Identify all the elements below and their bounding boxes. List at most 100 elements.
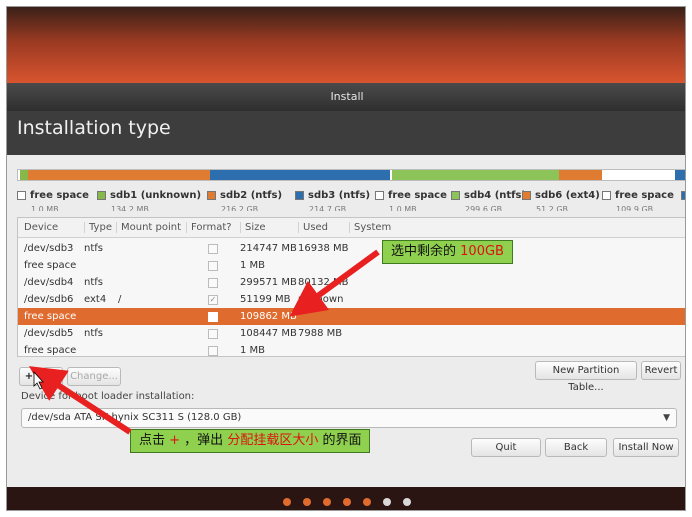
legend-item: free space 1.0 MB — [17, 185, 89, 211]
partition-bar-segment — [20, 170, 29, 180]
legend-size: 1.0 MB — [31, 205, 59, 211]
bootloader-label: Device for boot loader installation: — [21, 391, 195, 402]
page-title: Installation type — [17, 117, 171, 139]
format-checkbox[interactable] — [208, 278, 218, 288]
cell-type: ntfs — [84, 277, 103, 288]
table-row[interactable]: /dev/sdb5 ntfs 108447 MB 7988 MB — [18, 325, 685, 342]
legend-item: sdb3 (ntfs) 214.7 GB — [295, 185, 370, 211]
change-partition-button[interactable]: Change... — [67, 367, 121, 386]
annotation-click-middle: ，弹出 — [180, 433, 228, 448]
legend-label: sdb2 (ntfs) — [220, 190, 283, 201]
legend-swatch — [97, 191, 106, 200]
cell-device: /dev/sdb5 — [24, 328, 74, 339]
legend-item — [681, 185, 685, 205]
partition-bar-segment — [674, 170, 685, 180]
legend-size: 134.2 MB — [111, 205, 149, 211]
legend-size: 109.9 GB — [616, 205, 654, 211]
progress-dot — [383, 497, 391, 506]
progress-dot — [343, 497, 351, 506]
legend-swatch — [17, 191, 26, 200]
table-row[interactable]: /dev/sdb3 ntfs 214747 MB 16938 MB — [18, 240, 685, 257]
format-checkbox[interactable] — [208, 244, 218, 254]
legend-swatch — [451, 191, 460, 200]
legend-size: 51.2 GB — [536, 205, 569, 211]
cell-used: 7988 MB — [298, 328, 343, 339]
progress-dot — [323, 497, 331, 506]
partition-bar-segment — [559, 170, 603, 180]
progress-dot — [303, 497, 311, 506]
install-now-button[interactable]: Install Now — [613, 438, 679, 457]
annotation-click-highlight: 分配挂载区大小 — [227, 433, 319, 448]
remove-partition-button[interactable]: - — [43, 367, 63, 386]
progress-dot — [283, 497, 291, 506]
bootloader-select[interactable]: /dev/sda ATA SK hynix SC311 S (128.0 GB)… — [21, 408, 677, 428]
legend-label: free space — [615, 190, 674, 201]
format-checkbox[interactable] — [208, 329, 218, 339]
add-partition-button[interactable]: + — [19, 367, 39, 386]
legend-item: free space 1.0 MB — [375, 185, 447, 211]
partition-legend: free space 1.0 MB sdb1 (unknown) 134.2 MB sd… — [17, 185, 685, 211]
legend-swatch — [375, 191, 384, 200]
table-row[interactable]: /dev/sdb4 ntfs 299571 MB 80132 MB — [18, 274, 685, 291]
legend-item: sdb2 (ntfs) 216.2 GB — [207, 185, 282, 211]
legend-item: free space 109.9 GB — [602, 185, 674, 211]
cell-device: /dev/sdb3 — [24, 243, 74, 254]
format-checkbox[interactable]: ✓ — [208, 295, 218, 305]
format-checkbox[interactable] — [208, 312, 218, 322]
header-mount: Mount point — [116, 222, 181, 233]
progress-dots — [7, 491, 685, 510]
cell-size: 51199 MB — [240, 294, 291, 305]
annotation-select-text: 选中剩余的 — [391, 244, 457, 259]
legend-item: sdb6 (ext4) 51.2 GB — [522, 185, 600, 211]
cell-size: 1 MB — [240, 345, 266, 356]
table-row[interactable]: free space 109862 MB — [18, 308, 685, 325]
window-titlebar: Install — [7, 83, 685, 111]
annotation-select-free-space: 选中剩余的 100GB — [382, 240, 513, 264]
partition-bar-segment — [28, 170, 211, 180]
cell-size: 1 MB — [240, 260, 266, 271]
legend-item: sdb4 (ntfs) 299.6 GB — [451, 185, 526, 211]
back-button[interactable]: Back — [545, 438, 607, 457]
cell-type: ntfs — [84, 243, 103, 254]
legend-label: sdb3 (ntfs) — [308, 190, 371, 201]
cell-used: 80132 MB — [298, 277, 349, 288]
partition-table[interactable]: Device Type Mount point Format? Size Use… — [17, 217, 685, 359]
header-used: Used — [298, 222, 328, 233]
legend-swatch — [522, 191, 531, 200]
header-system: System — [349, 222, 391, 233]
legend-swatch — [681, 191, 685, 200]
desktop-background — [7, 7, 685, 83]
format-checkbox[interactable] — [208, 261, 218, 271]
partition-bar-segment — [210, 170, 390, 180]
legend-item: sdb1 (unknown) 134.2 MB — [97, 185, 201, 211]
header-type: Type — [84, 222, 112, 233]
format-checkbox[interactable] — [208, 346, 218, 356]
cell-device: free space — [24, 345, 77, 356]
bootloader-value: /dev/sda ATA SK hynix SC311 S (128.0 GB) — [28, 412, 242, 423]
cell-size: 299571 MB — [240, 277, 297, 288]
chevron-down-icon: ▼ — [663, 413, 670, 423]
table-row[interactable]: /dev/sdb6 ext4 / 51199 MB unknown ✓ — [18, 291, 685, 308]
table-header: Device Type Mount point Format? Size Use… — [18, 218, 685, 238]
quit-button[interactable]: Quit — [471, 438, 541, 457]
partition-bar-segment — [391, 170, 560, 180]
legend-label: sdb1 (unknown) — [110, 190, 202, 201]
legend-label: free space — [388, 190, 447, 201]
revert-button[interactable]: Revert — [641, 361, 681, 380]
progress-dot — [403, 497, 411, 506]
legend-size: 216.2 GB — [221, 205, 259, 211]
legend-size: 1.0 MB — [389, 205, 417, 211]
cell-type: ntfs — [84, 328, 103, 339]
partition-bar — [17, 169, 685, 181]
cell-size: 109862 MB — [240, 311, 297, 322]
new-partition-table-button[interactable]: New Partition Table... — [535, 361, 637, 393]
cell-size: 108447 MB — [240, 328, 297, 339]
cell-type: ext4 — [84, 294, 107, 305]
cell-used: unknown — [298, 294, 344, 305]
legend-swatch — [295, 191, 304, 200]
legend-swatch — [207, 191, 216, 200]
annotation-select-value: 100GB — [460, 244, 504, 259]
table-row[interactable]: free space 1 MB — [18, 257, 685, 274]
legend-size: 214.7 GB — [309, 205, 347, 211]
table-row[interactable]: free space 1 MB — [18, 342, 685, 359]
